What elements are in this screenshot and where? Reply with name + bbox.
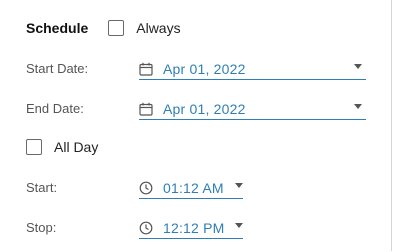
start-time-label: Start: [26, 180, 58, 195]
calendar-icon [139, 62, 153, 76]
clock-icon [139, 181, 153, 195]
calendar-icon [139, 102, 153, 116]
chevron-down-icon [235, 183, 243, 188]
all-day-row: All Day [26, 139, 98, 155]
always-checkbox[interactable] [108, 20, 125, 36]
always-label: Always [136, 20, 181, 36]
chevron-down-icon [235, 223, 243, 228]
end-date-picker[interactable]: Apr 01, 2022 [139, 98, 366, 120]
start-date-label: Start Date: [26, 61, 89, 76]
stop-time-label: Stop: [26, 220, 57, 235]
all-day-label: All Day [54, 139, 99, 155]
stop-time-value: 12:12 PM [163, 219, 225, 236]
start-date-value: Apr 01, 2022 [163, 60, 246, 77]
clock-icon [139, 221, 153, 235]
schedule-title: Schedule [26, 20, 89, 36]
chevron-down-icon [354, 64, 362, 69]
end-date-label: End Date: [26, 101, 84, 116]
chevron-down-icon [354, 104, 362, 109]
schedule-header: Schedule Always [26, 20, 181, 36]
schedule-panel: Schedule Always Start Date: Apr 01, 2022… [0, 0, 392, 251]
end-date-value: Apr 01, 2022 [163, 100, 246, 117]
stop-time-picker[interactable]: 12:12 PM [139, 217, 243, 239]
start-time-value: 01:12 AM [163, 179, 224, 196]
start-date-picker[interactable]: Apr 01, 2022 [139, 58, 366, 80]
start-time-picker[interactable]: 01:12 AM [139, 177, 243, 199]
all-day-checkbox[interactable] [26, 139, 42, 155]
